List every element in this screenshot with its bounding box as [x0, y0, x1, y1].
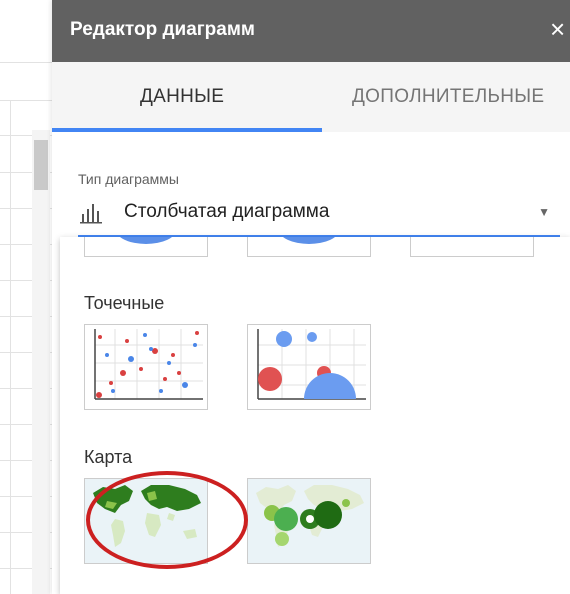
chart-option-partial[interactable]: [84, 237, 208, 257]
editor-title: Редактор диаграмм: [70, 19, 255, 40]
grid-line: [0, 100, 52, 101]
tab-advanced[interactable]: ДОПОЛНИТЕЛЬНЫЕ: [352, 62, 544, 132]
sheet-scrollbar-thumb[interactable]: [34, 140, 48, 190]
chart-editor-panel: Редактор диаграмм × ДАННЫЕ ДОПОЛНИТЕЛЬНЫ…: [52, 0, 570, 594]
geo-bubble-chart-icon: [256, 485, 364, 547]
tab-data[interactable]: ДАННЫЕ: [140, 62, 224, 132]
grid-line: [0, 62, 52, 63]
grid-line: [10, 100, 11, 594]
bubble-chart-icon: [257, 329, 366, 400]
editor-tabs: ДАННЫЕ ДОПОЛНИТЕЛЬНЫЕ: [52, 62, 570, 132]
chart-option-partial[interactable]: [247, 237, 371, 257]
highlight-circle: [86, 471, 248, 569]
chevron-down-icon[interactable]: ▼: [538, 205, 550, 219]
section-title-scatter: Точечные: [84, 293, 165, 313]
bar-chart-icon: [80, 204, 102, 224]
pie-chart-icon: [120, 237, 172, 244]
geo-bubble-chart-option[interactable]: [247, 478, 371, 564]
editor-header: Редактор диаграмм ×: [52, 0, 570, 62]
chart-type-label: Тип диаграммы: [78, 171, 179, 187]
section-title-map: Карта: [84, 447, 133, 467]
sheet-scrollbar-track[interactable]: [32, 130, 50, 594]
donut-chart-icon: [283, 237, 335, 244]
chart-type-select[interactable]: Столбчатая диаграмма ▼: [78, 195, 560, 237]
chart-option-partial[interactable]: [410, 237, 534, 257]
scatter-chart-option[interactable]: [84, 324, 208, 410]
chart-type-value: Столбчатая диаграмма: [124, 201, 330, 222]
chart-type-dropdown: Точечные Карта: [60, 237, 570, 594]
active-tab-indicator: [52, 128, 322, 132]
spreadsheet-edge: [0, 0, 52, 594]
close-icon[interactable]: ×: [550, 14, 570, 44]
bubble-chart-option[interactable]: [247, 324, 371, 410]
scatter-chart-icon: [94, 329, 203, 400]
